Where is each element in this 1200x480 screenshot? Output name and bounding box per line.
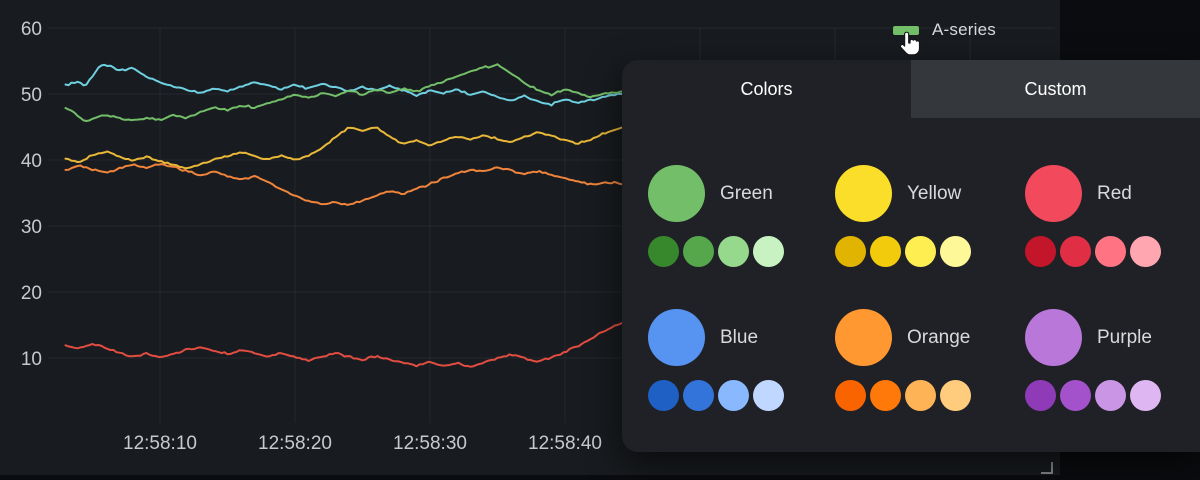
legend-series-label[interactable]: A-series xyxy=(932,20,996,40)
palette-group-green: Green xyxy=(648,165,784,267)
svg-text:10: 10 xyxy=(21,349,42,370)
blue-line xyxy=(66,65,633,106)
color-swatch-purple[interactable] xyxy=(1025,309,1082,366)
palette-group-blue: Blue xyxy=(648,309,784,411)
color-variant-orange-0[interactable] xyxy=(835,380,866,411)
axis-tick-labels: 10 20 30 40 50 60 12:58:10 12:58:20 12:58:30 12:5… xyxy=(21,19,602,454)
color-swatch-red[interactable] xyxy=(1025,165,1082,222)
grafana-dashboard-view: 10 20 30 40 50 60 12:58:10 12:58:20 12:58:30 12:5… xyxy=(0,0,1200,480)
svg-text:50: 50 xyxy=(21,85,42,106)
color-variant-green-0[interactable] xyxy=(648,236,679,267)
color-swatch-green[interactable] xyxy=(648,165,705,222)
svg-text:12:58:20: 12:58:20 xyxy=(258,433,332,454)
color-variant-orange-2[interactable] xyxy=(905,380,936,411)
color-variants-green xyxy=(648,236,784,267)
tab-colors[interactable]: Colors xyxy=(622,60,911,118)
color-variant-orange-1[interactable] xyxy=(870,380,901,411)
palette-group-red: Red xyxy=(1025,165,1161,267)
panel-resize-handle-icon[interactable] xyxy=(1041,462,1053,474)
color-variants-yellow xyxy=(835,236,971,267)
color-label-green: Green xyxy=(720,183,773,205)
color-variant-green-1[interactable] xyxy=(683,236,714,267)
color-variant-yellow-1[interactable] xyxy=(870,236,901,267)
color-swatch-blue[interactable] xyxy=(648,309,705,366)
svg-text:20: 20 xyxy=(21,283,42,304)
color-variants-blue xyxy=(648,380,784,411)
color-picker-tabs: Colors Custom xyxy=(622,60,1200,118)
color-variant-purple-1[interactable] xyxy=(1060,380,1091,411)
color-variant-yellow-2[interactable] xyxy=(905,236,936,267)
orange-line xyxy=(66,164,633,205)
color-swatch-yellow[interactable] xyxy=(835,165,892,222)
legend: A-series xyxy=(893,20,996,40)
color-variant-blue-3[interactable] xyxy=(753,380,784,411)
color-label-orange: Orange xyxy=(907,327,970,349)
svg-text:40: 40 xyxy=(21,151,42,172)
color-label-blue: Blue xyxy=(720,327,758,349)
color-swatch-orange[interactable] xyxy=(835,309,892,366)
svg-text:60: 60 xyxy=(21,19,42,40)
red-line xyxy=(66,317,633,367)
yellow-line xyxy=(66,125,633,169)
svg-text:12:58:10: 12:58:10 xyxy=(123,433,197,454)
color-variant-orange-3[interactable] xyxy=(940,380,971,411)
color-variant-red-3[interactable] xyxy=(1130,236,1161,267)
color-variants-orange xyxy=(835,380,971,411)
color-variant-green-3[interactable] xyxy=(753,236,784,267)
color-variant-blue-1[interactable] xyxy=(683,380,714,411)
color-variant-red-2[interactable] xyxy=(1095,236,1126,267)
palette-group-orange: Orange xyxy=(835,309,971,411)
color-variant-purple-2[interactable] xyxy=(1095,380,1126,411)
color-label-yellow: Yellow xyxy=(907,183,961,205)
tab-custom[interactable]: Custom xyxy=(911,60,1200,118)
color-variant-green-2[interactable] xyxy=(718,236,749,267)
color-variant-red-0[interactable] xyxy=(1025,236,1056,267)
svg-text:12:58:40: 12:58:40 xyxy=(528,433,602,454)
color-picker-popover: Colors Custom Green Yellow Red Blue Orange Pu… xyxy=(622,60,1200,452)
palette-group-yellow: Yellow xyxy=(835,165,971,267)
color-variant-blue-0[interactable] xyxy=(648,380,679,411)
color-variants-red xyxy=(1025,236,1161,267)
color-variant-yellow-3[interactable] xyxy=(940,236,971,267)
color-variant-yellow-0[interactable] xyxy=(835,236,866,267)
legend-series-swatch[interactable] xyxy=(893,26,919,35)
palette-group-purple: Purple xyxy=(1025,309,1161,411)
color-variant-blue-2[interactable] xyxy=(718,380,749,411)
green-line xyxy=(66,64,633,121)
color-palette-grid: Green Yellow Red Blue Orange Purple xyxy=(622,118,1200,452)
color-variants-purple xyxy=(1025,380,1161,411)
color-label-purple: Purple xyxy=(1097,327,1152,349)
svg-text:30: 30 xyxy=(21,217,42,238)
color-variant-purple-0[interactable] xyxy=(1025,380,1056,411)
svg-text:12:58:30: 12:58:30 xyxy=(393,433,467,454)
color-variant-purple-3[interactable] xyxy=(1130,380,1161,411)
color-label-red: Red xyxy=(1097,183,1132,205)
series-lines xyxy=(66,64,633,366)
color-variant-red-1[interactable] xyxy=(1060,236,1091,267)
